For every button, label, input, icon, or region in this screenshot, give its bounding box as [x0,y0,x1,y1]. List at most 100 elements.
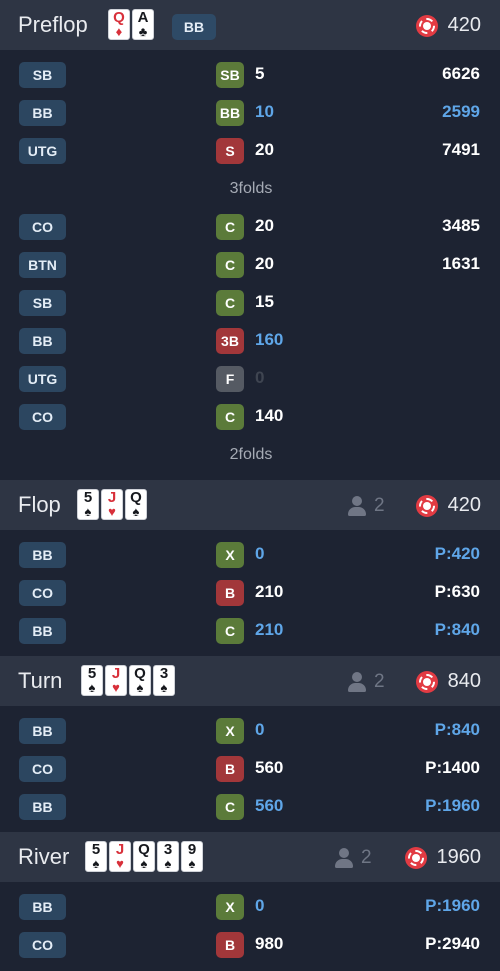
pot-display: 420 [415,494,481,517]
card: J ♥ [101,489,123,520]
action-row: CO C 20 3485 [0,208,500,246]
action-badge: X [216,542,244,568]
position-badge: CO [19,214,66,240]
card: J ♥ [109,841,131,872]
card: J ♥ [105,665,127,696]
card: 5 ♠ [85,841,107,872]
action-amount: 10 [255,102,274,121]
action-badge: C [216,794,244,820]
position-badge: BB [19,328,66,354]
card: Q ♠ [133,841,155,872]
action-row: SB SB 5 6626 [0,56,500,94]
action-badge: B [216,932,244,958]
pot-amount: 840 [447,670,481,692]
action-amount: 0 [255,720,265,739]
players-number: 2 [361,847,372,868]
street-name: Flop [18,492,61,517]
players-count: 2 [347,671,385,693]
action-amount: 20 [255,140,274,159]
stack-value: 2599 [442,102,480,121]
river-actions: BB X 0 P:1960 CO B 980 P:2940 [0,882,500,970]
stack-value: 3485 [442,216,480,235]
action-amount: 140 [255,406,284,425]
flop-header: Flop 5 ♠ J ♥ Q ♠ 2 420 [0,480,500,530]
action-badge: X [216,894,244,920]
folds-summary: 3folds [229,180,273,197]
pot-display: 1960 [404,846,482,869]
person-icon [347,672,367,692]
position-badge: BB [19,894,66,920]
action-amount: 210 [255,620,284,639]
action-badge: C [216,404,244,430]
hole-cards: Q ♦ A ♣ [108,9,154,40]
position-badge: CO [19,756,66,782]
action-row: BB X 0 P:420 [0,536,500,574]
action-amount: 20 [255,254,274,273]
chip-icon [415,14,438,37]
action-amount: 0 [255,896,265,915]
action-row: BB BB 10 2599 [0,94,500,132]
action-badge: SB [216,62,244,88]
pot-amount: 420 [447,14,481,36]
card: 5 ♠ [77,489,99,520]
pot-amount: 1960 [436,846,482,868]
action-amount: 5 [255,64,265,83]
position-badge: BB [19,100,66,126]
action-amount: 210 [255,582,284,601]
position-badge: SB [19,62,66,88]
action-badge: 3B [216,328,244,354]
position-badge: SB [19,290,66,316]
action-amount: 0 [255,368,265,387]
position-badge: UTG [19,366,66,392]
street-name: Preflop [18,12,88,37]
street-name: Turn [18,668,63,693]
stack-value: 7491 [442,140,480,159]
action-badge: C [216,618,244,644]
action-row: BTN C 20 1631 [0,246,500,284]
action-amount: 560 [255,796,284,815]
players-count: 2 [334,847,372,869]
action-row: BB X 0 P:1960 [0,888,500,926]
chip-icon [415,494,438,517]
card: 3 ♠ [157,841,179,872]
preflop-header: Preflop Q ♦ A ♣ BB 420 [0,0,500,50]
action-row: CO B 560 P:1400 [0,750,500,788]
person-icon [334,848,354,868]
position-badge: BB [19,542,66,568]
action-amount: 0 [255,544,265,563]
position-badge: UTG [19,138,66,164]
action-badge: C [216,290,244,316]
action-row: BB X 0 P:840 [0,712,500,750]
players-number: 2 [374,495,385,516]
stack-value: P:420 [434,544,480,563]
board-cards: 5 ♠ J ♥ Q ♠ 3 ♠ 9 ♠ [85,841,203,872]
players-number: 2 [374,671,385,692]
action-badge: X [216,718,244,744]
action-row: CO C 140 [0,398,500,436]
action-badge: C [216,214,244,240]
flop-actions: BB X 0 P:420 CO B 210 P:630 BB C 210 P:840 [0,530,500,656]
action-row: UTG F 0 [0,360,500,398]
action-badge: C [216,252,244,278]
card: Q ♠ [129,665,151,696]
pot-display: 840 [415,670,481,693]
action-row: BB 3B 160 [0,322,500,360]
card: Q ♦ [108,9,130,40]
stack-value: 6626 [442,64,480,83]
action-amount: 980 [255,934,284,953]
action-badge: B [216,580,244,606]
card: 5 ♠ [81,665,103,696]
stack-value: 1631 [442,254,480,273]
stack-value: P:1400 [425,758,480,777]
action-amount: 160 [255,330,284,349]
action-row: CO B 980 P:2940 [0,926,500,964]
action-amount: 560 [255,758,284,777]
river-header: River 5 ♠ J ♥ Q ♠ 3 ♠ 9 ♠ 2 1960 [0,832,500,882]
chip-icon [404,846,427,869]
card: A ♣ [132,9,154,40]
turn-actions: BB X 0 P:840 CO B 560 P:1400 BB C 560 P:1960 [0,706,500,832]
stack-value: P:840 [434,720,480,739]
pot-display: 420 [415,14,481,37]
card: Q ♠ [125,489,147,520]
action-amount: 20 [255,216,274,235]
